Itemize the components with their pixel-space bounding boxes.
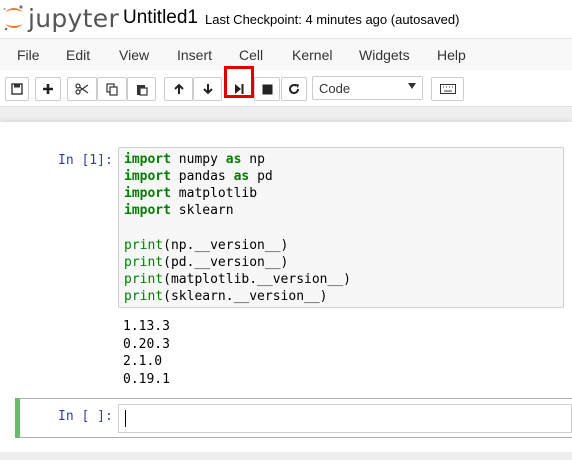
cell-1-code-editor[interactable]: import numpy as np import pandas as pd imp… xyxy=(118,147,564,308)
code-builtin: print xyxy=(124,254,164,270)
save-button[interactable] xyxy=(5,77,29,101)
paste-button[interactable] xyxy=(127,77,156,101)
menu-view[interactable]: View xyxy=(119,47,149,63)
code-line: import numpy as np xyxy=(124,152,265,167)
cell-type-value: Code xyxy=(319,81,351,96)
checkpoint-time: 4 minutes ago xyxy=(305,12,388,27)
bottom-strip xyxy=(0,452,572,460)
output-line: 0.20.3 xyxy=(123,336,170,352)
code-keyword: import xyxy=(124,152,171,167)
notebook-title[interactable]: Untitled1 xyxy=(123,7,198,29)
code-line: import pandas as pd xyxy=(124,169,273,184)
code-keyword: as xyxy=(233,169,250,185)
notebook-container: In [1]: import numpy as np import pandas … xyxy=(0,122,572,460)
code-line: import sklearn xyxy=(124,203,234,218)
code-line: print(np.__version__) xyxy=(124,238,288,253)
stop-button[interactable] xyxy=(254,77,280,101)
menu-file[interactable]: File xyxy=(17,47,40,63)
cell-2-code-editor[interactable] xyxy=(118,404,572,433)
keyboard-icon xyxy=(439,84,456,94)
output-line: 0.19.1 xyxy=(123,372,170,388)
header: jupyter Untitled1 Last Checkpoint: 4 min… xyxy=(0,0,572,38)
cut-icon xyxy=(75,83,89,95)
move-down-button[interactable] xyxy=(193,77,222,101)
code-token: (pd.__version__) xyxy=(163,254,289,270)
code-line: print(sklearn.__version__) xyxy=(124,289,328,304)
arrow-down-icon xyxy=(202,84,213,95)
code-token: pandas xyxy=(170,169,234,185)
restart-button[interactable] xyxy=(281,77,307,101)
code-line: print(pd.__version__) xyxy=(124,255,288,270)
code-token: matplotlib xyxy=(170,186,258,202)
restart-icon xyxy=(289,84,300,95)
toolbar xyxy=(0,70,572,106)
code-builtin: print xyxy=(124,288,164,304)
code-token: (matplotlib.__version__) xyxy=(163,271,351,287)
autosave-status: (autosaved) xyxy=(390,12,460,27)
cell-1-prompt: In [1]: xyxy=(58,153,113,168)
jupyter-logo[interactable]: jupyter xyxy=(2,3,119,33)
menu-cell[interactable]: Cell xyxy=(239,47,263,63)
output-line: 1.13.3 xyxy=(123,319,170,334)
jupyter-logo-icon xyxy=(3,5,23,31)
menu-widgets[interactable]: Widgets xyxy=(359,47,410,63)
insert-cell-button[interactable] xyxy=(35,77,61,101)
menu-edit[interactable]: Edit xyxy=(66,47,90,63)
run-button-highlight xyxy=(224,66,254,98)
logo-text: jupyter xyxy=(28,4,120,33)
command-palette-button[interactable] xyxy=(431,77,464,101)
menu-insert[interactable]: Insert xyxy=(177,47,212,63)
menubar: File Edit View Insert Cell Kernel Widget… xyxy=(0,38,572,71)
code-keyword: import xyxy=(124,186,171,202)
code-line: import matplotlib xyxy=(124,186,257,201)
code-token: np xyxy=(241,152,265,167)
code-keyword: as xyxy=(225,152,242,167)
code-line: print(matplotlib.__version__) xyxy=(124,272,351,287)
code-keyword: import xyxy=(124,169,171,185)
code-keyword: import xyxy=(124,203,171,219)
copy-icon xyxy=(106,82,118,96)
copy-button[interactable] xyxy=(97,77,127,101)
paste-icon xyxy=(136,84,148,96)
output-line: 2.1.0 xyxy=(123,354,163,370)
cut-button[interactable] xyxy=(67,77,97,101)
cell-type-select[interactable]: Code xyxy=(312,76,423,100)
code-token: sklearn xyxy=(170,203,234,219)
menu-kernel[interactable]: Kernel xyxy=(292,47,332,63)
code-token: numpy xyxy=(170,152,226,167)
cell-2-prompt: In [ ]: xyxy=(58,409,113,424)
code-builtin: print xyxy=(124,271,164,287)
stop-icon xyxy=(262,84,272,94)
code-token: (np.__version__) xyxy=(163,237,289,253)
checkpoint-status: Last Checkpoint: 4 minutes ago (autosave… xyxy=(205,12,459,27)
toolbar-divider xyxy=(0,106,572,107)
save-icon xyxy=(11,83,23,95)
chevron-down-icon xyxy=(408,83,416,89)
checkpoint-label: Last Checkpoint: xyxy=(205,12,302,27)
text-cursor xyxy=(125,410,126,427)
move-up-button[interactable] xyxy=(164,77,193,101)
arrow-up-icon xyxy=(173,83,184,94)
menu-help[interactable]: Help xyxy=(437,47,466,63)
code-token: pd xyxy=(249,169,273,185)
code-token: (sklearn.__version__) xyxy=(163,288,328,304)
plus-icon xyxy=(43,84,53,94)
code-builtin: print xyxy=(124,237,164,253)
